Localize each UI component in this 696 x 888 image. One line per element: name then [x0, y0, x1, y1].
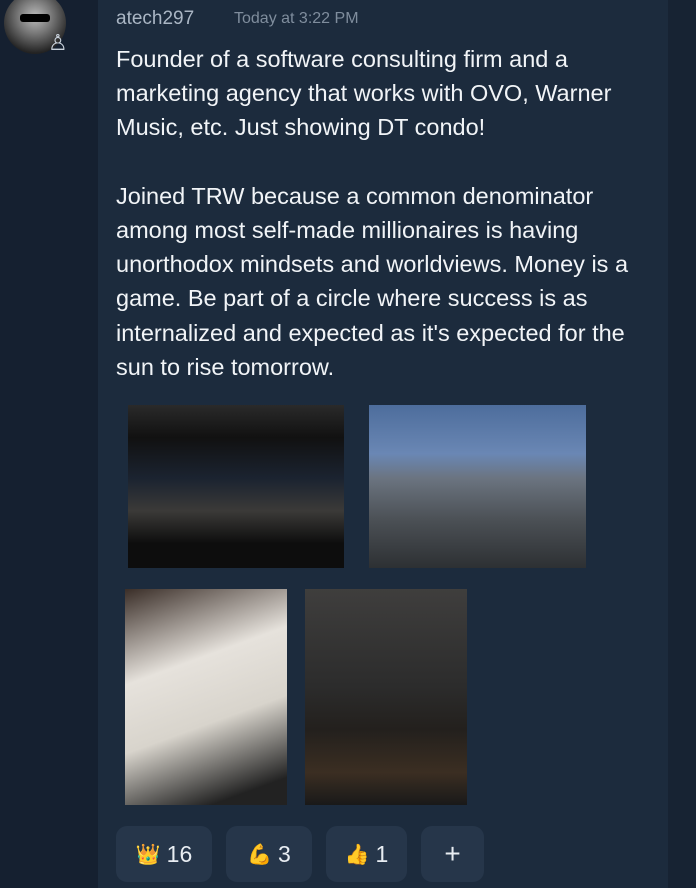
- thumbs-up-icon: 👍: [344, 843, 370, 866]
- reaction-count: 16: [166, 840, 193, 867]
- image-condo-window-night[interactable]: [128, 405, 344, 568]
- reaction-muscle[interactable]: 💪 3: [226, 826, 312, 882]
- reactions-bar: 👑 16 💪 3 👍 1 +: [116, 826, 484, 882]
- chess-pawn-icon: ♙: [48, 30, 68, 55]
- left-gutter: [0, 0, 98, 888]
- reaction-count: 1: [375, 840, 389, 867]
- add-reaction-button[interactable]: +: [421, 826, 484, 882]
- username[interactable]: atech297: [116, 8, 194, 30]
- image-city-night-view[interactable]: [305, 589, 467, 805]
- crown-icon: 👑: [135, 843, 161, 866]
- flexed-biceps-icon: 💪: [247, 843, 273, 866]
- right-gutter: [668, 0, 696, 888]
- timestamp: Today at 3:22 PM: [234, 10, 359, 27]
- reaction-crown[interactable]: 👑 16: [116, 826, 212, 882]
- image-city-skyline-day[interactable]: [369, 405, 586, 568]
- message-body: Founder of a software consulting firm an…: [116, 46, 629, 380]
- reaction-thumbs-up[interactable]: 👍 1: [326, 826, 407, 882]
- reaction-count: 3: [278, 840, 291, 867]
- image-dinner-plate[interactable]: [125, 589, 287, 805]
- avatar-glasses: [20, 14, 50, 22]
